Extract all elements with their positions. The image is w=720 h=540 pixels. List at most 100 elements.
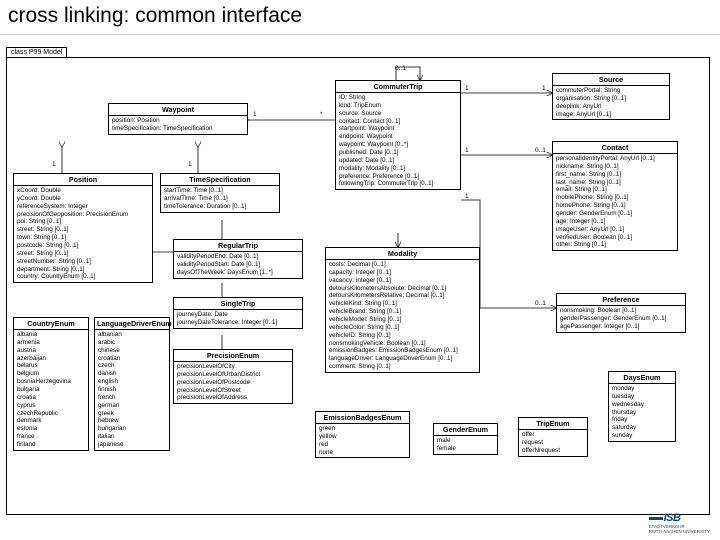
class-attrs: offer request offerNrequest	[519, 430, 587, 456]
attr: validityPeriodStart: Date [0..1]	[177, 261, 299, 269]
class-title: TripEnum	[519, 418, 587, 430]
attr: costs: Decimal [0..1]	[329, 261, 476, 269]
class-genderenum: GenderEnum male female	[433, 423, 498, 455]
class-tripenum: TripEnum offer request offerNrequest	[518, 417, 588, 457]
class-singletrip: SingleTrip journeyDate: Date journeyDate…	[173, 297, 303, 329]
multiplicity: 0..1	[535, 300, 546, 307]
attr: detoursKilometersRelative: Decimal [0..1…	[329, 292, 476, 300]
attr: request	[522, 439, 584, 447]
attr: yCoord: Double	[17, 195, 149, 203]
attr: ID: String	[339, 94, 457, 102]
class-langenum: LanguageDriverEnum albanian arabic chine…	[94, 317, 170, 451]
attr: department: String [0..1]	[17, 266, 149, 274]
slide-title: cross linking: common interface	[0, 0, 720, 35]
attr: monday	[612, 385, 672, 393]
attr: modality: Modality [0..1]	[339, 165, 457, 173]
class-title: TimeSpecification	[161, 174, 279, 186]
attr: referenceSystem: Integer	[17, 203, 149, 211]
attr: czechRepublic	[17, 410, 85, 418]
attr: genderPassenger: GenderEnum [0..1]	[560, 315, 682, 323]
attr: greek	[98, 410, 166, 418]
logo-subtext: RWTH AACHEN UNIVERSITY	[649, 529, 710, 534]
attr: albanian	[98, 331, 166, 339]
attr: austria	[17, 347, 85, 355]
attr: last_name: String [0..1]	[556, 179, 674, 187]
attr: journeyDate: Date	[177, 311, 299, 319]
class-title: LanguageDriverEnum	[95, 318, 169, 330]
attr: endpoint: Waypoint	[339, 133, 457, 141]
attr: position: Position	[112, 117, 244, 125]
attr: female	[437, 445, 494, 453]
attr: english	[98, 378, 166, 386]
multiplicity: 1	[253, 111, 257, 118]
class-attrs: precisionLevelOfCity precisionLevelOfUrb…	[174, 362, 292, 403]
attr: personalIdentityPortal: AnyUrl [0..1]	[556, 155, 674, 163]
attr: azerbaijan	[17, 355, 85, 363]
attr: xCoord: Double	[17, 187, 149, 195]
multiplicity: 0..1	[395, 65, 406, 72]
attr: italian	[98, 433, 166, 441]
attr: saturday	[612, 424, 672, 432]
class-attrs: startTime: Time [0..1] arrivalTime: Time…	[161, 186, 279, 212]
attr: deeplink: AnyUrl	[556, 103, 666, 111]
attr: verifiedUser: Boolean [0..1]	[556, 234, 674, 242]
attr: vehicleKind: String [0..1]	[329, 300, 476, 308]
attr: other: String [0..1]	[556, 241, 674, 249]
logo-dash-icon	[649, 517, 663, 520]
class-attrs: ID: String kind: TripEnum source: Source…	[336, 93, 460, 189]
class-regulartrip: RegularTrip validityPeriodEnd: Date [0..…	[173, 239, 303, 279]
attr: waypoint: Waypoint [0..*]	[339, 141, 457, 149]
class-attrs: monday tuesday wednesday thursday friday…	[609, 384, 675, 441]
class-commutertrip: CommuterTrip ID: String kind: TripEnum s…	[335, 80, 461, 190]
attr: male	[437, 437, 494, 445]
class-title: CommuterTrip	[336, 81, 460, 93]
attr: detoursKilometersAbsolute: Decimal [0..1…	[329, 285, 476, 293]
diagram-canvas: class P99 Model Waypoint position: Posit…	[0, 35, 720, 525]
attr: arabic	[98, 339, 166, 347]
attr: chinese	[98, 347, 166, 355]
multiplicity: 1	[52, 161, 56, 168]
attr: czech	[98, 362, 166, 370]
attr: commuterPortal: String	[556, 87, 666, 95]
class-title: CountryEnum	[14, 318, 88, 330]
attr: offer	[522, 431, 584, 439]
attr: belgium	[17, 370, 85, 378]
attr: street: String [0..1]	[17, 250, 149, 258]
class-title: RegularTrip	[174, 240, 302, 252]
attr: bulgaria	[17, 386, 85, 394]
class-attrs: journeyDate: Date journeyDateTolerance: …	[174, 310, 302, 328]
class-attrs: costs: Decimal [0..1] capacity: Integer …	[326, 260, 479, 372]
attr: nickname: String [0..1]	[556, 163, 674, 171]
class-title: Contact	[553, 142, 677, 154]
multiplicity: 1	[465, 147, 469, 154]
attr: first_name: String [0..1]	[556, 171, 674, 179]
attr: organisation: String [0..1]	[556, 95, 666, 103]
attr: denmark	[17, 417, 85, 425]
attr: homePhone: String [0..1]	[556, 202, 674, 210]
attr: vehicleModel: String [0..1]	[329, 316, 476, 324]
class-attrs: commuterPortal: String organisation: Str…	[553, 86, 669, 119]
attr: kind: TripEnum	[339, 102, 457, 110]
attr: vehicleBrand: String [0..1]	[329, 308, 476, 316]
attr: capacity: Integer [0..1]	[329, 269, 476, 277]
class-emissionenum: EmissionBadgesEnum green yellow red none	[315, 411, 410, 458]
attr: hungarian	[98, 425, 166, 433]
attr: thursday	[612, 409, 672, 417]
attr: image: AnyUrl [0..1]	[556, 111, 666, 119]
attr: french	[98, 394, 166, 402]
attr: imageUser: AnyUrl [0..1]	[556, 226, 674, 234]
class-attrs: albania armenia austria azerbaijan belar…	[14, 330, 88, 450]
class-title: Preference	[557, 294, 685, 306]
attr: streetNumber: String [0..1]	[17, 258, 149, 266]
isb-logo: ISB STADTVERKEHR RWTH AACHEN UNIVERSITY	[649, 512, 710, 534]
multiplicity: 1	[542, 85, 546, 92]
attr: finland	[17, 441, 85, 449]
attr: danish	[98, 370, 166, 378]
attr: france	[17, 433, 85, 441]
class-attrs: personalIdentityPortal: AnyUrl [0..1] ni…	[553, 154, 677, 250]
class-modality: Modality costs: Decimal [0..1] capacity:…	[325, 247, 480, 373]
class-precisionenum: PrecisionEnum precisionLevelOfCity preci…	[173, 349, 293, 404]
attr: sunday	[612, 432, 672, 440]
attr: german	[98, 402, 166, 410]
class-attrs: albanian arabic chinese croatian czech d…	[95, 330, 169, 450]
